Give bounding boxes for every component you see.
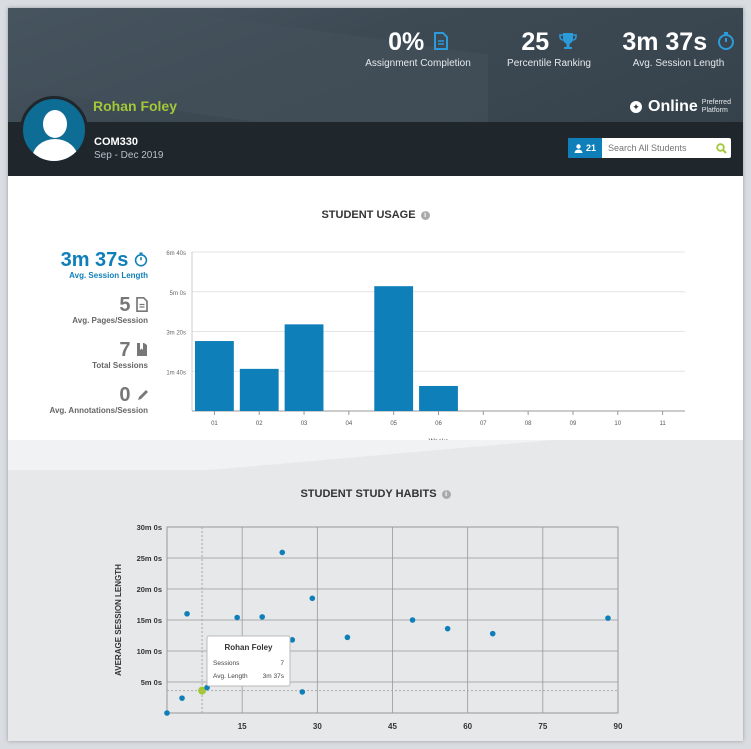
x-tick-label: 15: [238, 722, 247, 731]
student-usage-section: STUDENT USAGE i 3m 37s Avg. Session Lengt…: [8, 194, 743, 440]
x-tick-label: 75: [538, 722, 547, 731]
x-tick-label: 90: [614, 722, 623, 731]
tooltip-avg-label: Avg. Length: [213, 673, 248, 680]
student-name: Rohan Foley: [93, 98, 178, 114]
bar-week-03[interactable]: [284, 324, 324, 411]
y-tick-label: 25m 0s: [137, 554, 162, 563]
student-point[interactable]: [344, 634, 351, 641]
x-tick-label: 04: [346, 421, 353, 427]
x-tick-label: 45: [388, 722, 397, 731]
bar-week-05[interactable]: [374, 286, 414, 411]
assignment-completion-stat: 0% Assignment Completion: [358, 28, 478, 70]
student-header: 0% Assignment Completion 25 Percentile R…: [8, 8, 743, 176]
x-tick-label: 09: [570, 421, 577, 427]
stat-value: 3m 37s: [622, 28, 708, 56]
trophy-icon: [553, 33, 577, 55]
document-icon: [428, 32, 448, 55]
search-icon[interactable]: [712, 138, 731, 158]
x-tick-label: 10: [614, 421, 621, 427]
student-point[interactable]: [605, 615, 611, 621]
preferred-platform: ✦ Online Preferred Platform: [630, 98, 731, 116]
y-axis-label: AVERAGE SESSION LENGTH: [114, 564, 123, 676]
search-input[interactable]: [602, 138, 712, 158]
x-tick-label: 30: [313, 722, 322, 731]
x-tick-label: 11: [659, 421, 666, 427]
y-tick-label: 1m 40s: [166, 370, 186, 376]
stat-value: 25: [521, 28, 550, 56]
bar-week-01[interactable]: [195, 341, 234, 411]
x-tick-label: 05: [390, 421, 397, 427]
stat-value: 0%: [388, 28, 425, 56]
user-icon: [574, 143, 583, 153]
course-code: COM330: [94, 136, 139, 148]
x-tick-label: 03: [301, 421, 308, 427]
weekly-usage-bar-chart: 1m 40s 3m 20s 5m 0s 6m 40s 01 02 03 04 05 06 07 08 0…: [166, 251, 685, 440]
dashboard-frame: 0% Assignment Completion 25 Percentile R…: [8, 8, 743, 741]
percentile-ranking-stat: 25 Percentile Ranking: [494, 28, 604, 70]
x-tick-label: 06: [435, 421, 442, 427]
avatar: [20, 96, 88, 164]
student-search: 21: [568, 138, 731, 158]
student-count-button[interactable]: 21: [568, 138, 602, 158]
x-tick-label: 07: [480, 421, 487, 427]
platform-value: Online: [648, 98, 698, 115]
x-tick-label: 01: [211, 421, 218, 427]
platform-label: Platform: [701, 107, 728, 114]
y-tick-label: 30m 0s: [137, 523, 162, 532]
student-point[interactable]: [299, 689, 306, 695]
student-point[interactable]: [179, 695, 185, 701]
student-point[interactable]: [234, 614, 240, 621]
course-term: Sep - Dec 2019: [94, 150, 164, 161]
stat-label: Avg. Session Length: [632, 58, 725, 69]
y-tick-label: 5m 0s: [141, 678, 162, 687]
tooltip-sessions-label: Sessions: [213, 660, 240, 667]
x-tick-label: 60: [463, 722, 472, 731]
tooltip-name: Rohan Foley: [224, 643, 273, 652]
person-icon: [43, 110, 67, 138]
student-point[interactable]: [164, 710, 170, 716]
tooltip-sessions-value: 7: [280, 660, 284, 667]
y-tick-label: 5m 0s: [170, 291, 186, 297]
stopwatch-icon: [711, 32, 735, 55]
platform-label: Preferred: [701, 99, 731, 106]
student-point[interactable]: [259, 614, 266, 620]
student-count: 21: [585, 143, 596, 153]
y-tick-label: 6m 40s: [166, 251, 186, 257]
bar-week-02[interactable]: [239, 368, 279, 411]
bar-week-06[interactable]: [419, 385, 458, 411]
student-point[interactable]: [309, 595, 316, 602]
stat-label: Assignment Completion: [365, 58, 471, 69]
point-tooltip: Rohan Foley Sessions 7 Avg. Length 3m 37s: [206, 635, 291, 687]
student-point[interactable]: [279, 549, 286, 556]
y-tick-label: 10m 0s: [137, 647, 162, 656]
student-point[interactable]: [489, 630, 496, 637]
x-tick-label: 02: [256, 421, 263, 427]
y-tick-label: 3m 20s: [166, 331, 186, 337]
tooltip-avg-value: 3m 37s: [263, 673, 285, 680]
student-study-habits-section: STUDENT STUDY HABITS i 5m 0s 10m 0s 15m 0s 2…: [8, 440, 743, 741]
avg-session-length-stat: 3m 37s Avg. Session Length: [616, 28, 741, 70]
student-point[interactable]: [444, 625, 451, 632]
y-tick-label: 20m 0s: [137, 585, 162, 594]
x-tick-label: 08: [525, 421, 532, 427]
stat-label: Percentile Ranking: [507, 58, 591, 69]
y-tick-label: 15m 0s: [137, 616, 162, 625]
student-point[interactable]: [184, 611, 190, 617]
globe-icon: ✦: [630, 101, 642, 113]
student-point[interactable]: [409, 617, 416, 623]
study-habits-scatter-chart: 5m 0s 10m 0s 15m 0s 20m 0s 25m 0s 30m 0s 15 30 4…: [114, 523, 623, 731]
